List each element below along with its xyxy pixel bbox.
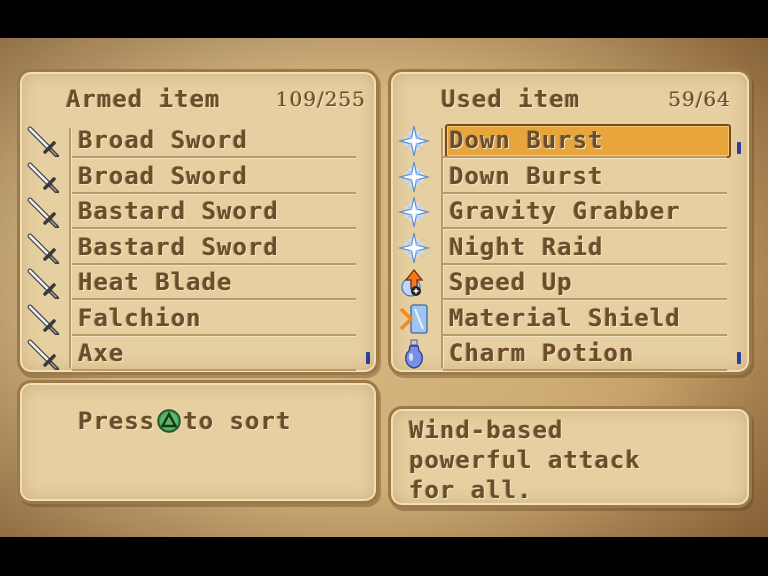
row-underline	[443, 191, 727, 194]
used-scroll-up-indicator[interactable]	[737, 142, 741, 154]
letterbox-bottom	[0, 537, 768, 576]
armed-item-row-label: Bastard Sword	[78, 197, 279, 225]
row-underline	[72, 156, 356, 158]
spark-icon	[397, 125, 431, 157]
used-item-row[interactable]: Night Raid	[397, 231, 737, 265]
armed-item-row[interactable]: Falchion	[26, 302, 366, 336]
sword-icon	[26, 161, 60, 194]
description-line-2: powerful attack	[409, 446, 641, 474]
description-text: Wind-based powerful attack for all.	[409, 415, 641, 505]
triangle-button-icon	[157, 409, 181, 433]
armed-item-row-label: Broad Sword	[78, 126, 248, 154]
used-item-list: Down Burst Down Burst Gravity Grabber Night…	[397, 124, 737, 371]
used-item-row[interactable]: Material Shield	[397, 302, 737, 336]
armed-item-panel: Armed item 109/255 Broad Sword Broad Swor…	[17, 69, 379, 375]
speed-up-icon	[397, 267, 431, 299]
spark-icon	[397, 161, 431, 193]
description-panel: Wind-based powerful attack for all.	[388, 406, 752, 508]
armed-item-count: 109/255	[275, 87, 366, 111]
sort-hint-press: Press	[78, 407, 156, 435]
sword-icon	[26, 267, 60, 300]
sword-icon	[26, 232, 60, 265]
armed-item-row-label: Bastard Sword	[78, 232, 279, 261]
used-item-row[interactable]: Gravity Grabber	[397, 195, 737, 229]
armed-item-row[interactable]: Broad Sword	[26, 160, 366, 194]
armed-scroll-down-indicator[interactable]	[366, 352, 370, 364]
description-line-1: Wind-based	[409, 416, 564, 444]
row-underline	[72, 227, 356, 229]
used-item-row-label: Gravity Grabber	[449, 197, 681, 225]
used-item-title: Used item	[441, 85, 581, 113]
row-underline	[72, 369, 356, 371]
armed-item-row[interactable]: Bastard Sword	[26, 195, 366, 229]
used-item-panel: Used item 59/64 Down Burst Down Burst Grav…	[388, 69, 752, 375]
row-underline	[443, 156, 727, 158]
armed-item-title: Armed item	[66, 85, 221, 113]
letterbox-top	[0, 0, 768, 38]
sword-icon	[26, 125, 60, 158]
used-item-row-label: Down Burst	[449, 126, 604, 154]
used-item-row[interactable]: Charm Potion	[397, 337, 737, 371]
row-underline	[443, 227, 727, 229]
shield-icon	[397, 303, 431, 335]
spark-icon	[397, 232, 431, 264]
used-scroll-down-indicator[interactable]	[737, 352, 741, 364]
armed-item-row[interactable]: Heat Blade	[26, 266, 366, 300]
used-item-row[interactable]: Down Burst	[397, 160, 737, 194]
row-underline	[443, 333, 727, 336]
row-underline	[443, 298, 727, 300]
used-item-count: 59/64	[668, 87, 731, 111]
armed-item-row-label: Falchion	[78, 303, 202, 332]
used-item-row-label: Charm Potion	[449, 339, 635, 367]
hint-panel: Press to sort	[17, 380, 379, 504]
potion-icon	[397, 338, 431, 370]
row-underline	[443, 262, 727, 265]
used-item-row-label: Speed Up	[449, 268, 573, 296]
armed-item-row[interactable]: Axe	[26, 337, 366, 371]
sort-hint: Press to sort	[78, 407, 291, 435]
armed-item-row-label: Heat Blade	[78, 268, 233, 296]
armed-item-list: Broad Sword Broad Sword Bastard Sword Basta…	[26, 124, 366, 371]
description-line-3: for all.	[409, 476, 533, 504]
used-item-row-label: Night Raid	[449, 232, 604, 261]
used-item-row[interactable]: Down Burst	[397, 124, 737, 158]
armed-item-row[interactable]: Bastard Sword	[26, 231, 366, 265]
armed-item-row[interactable]: Broad Sword	[26, 124, 366, 158]
row-underline	[72, 333, 356, 336]
armed-item-row-label: Broad Sword	[78, 161, 248, 190]
armed-item-header: Armed item 109/255	[66, 74, 366, 124]
used-item-row[interactable]: Speed Up	[397, 266, 737, 300]
row-underline	[72, 191, 356, 194]
used-item-row-label: Down Burst	[449, 161, 604, 190]
sword-icon	[26, 303, 60, 336]
sort-hint-action: to sort	[183, 407, 292, 435]
sword-icon	[26, 196, 60, 229]
used-item-row-label: Material Shield	[449, 303, 681, 332]
armed-item-row-label: Axe	[78, 339, 125, 367]
row-underline	[72, 262, 356, 265]
used-item-header: Used item 59/64	[441, 74, 731, 124]
row-underline	[443, 369, 727, 371]
row-underline	[72, 298, 356, 300]
spark-icon	[397, 196, 431, 228]
sword-icon	[26, 338, 60, 371]
